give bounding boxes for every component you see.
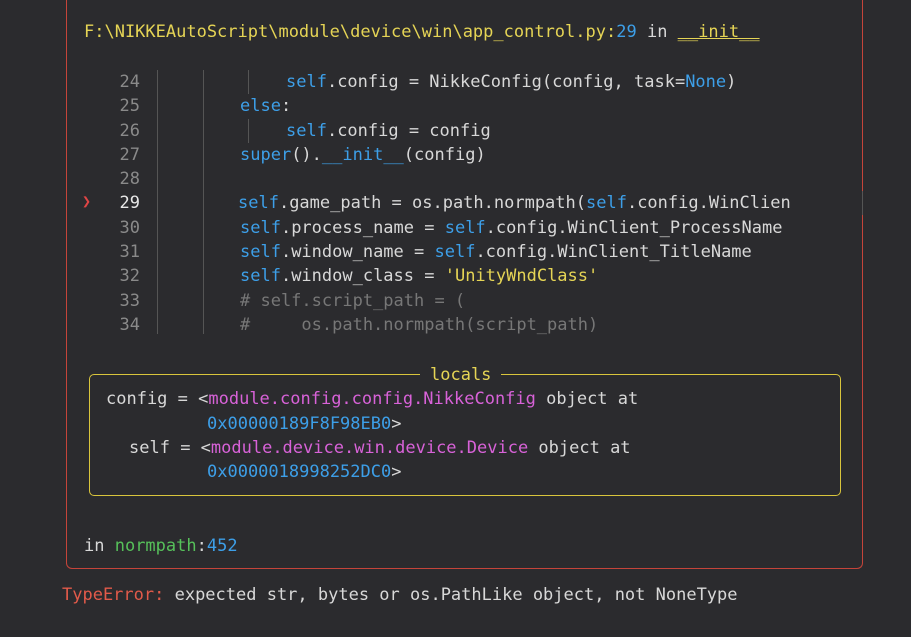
local-var-config: config = <module.config.config.NikkeConf… [106, 389, 639, 409]
line-number: 29 [616, 22, 637, 42]
line-number: 24 [119, 72, 140, 92]
line-number-current: 29 [119, 193, 140, 213]
error-type: TypeError: [62, 585, 165, 605]
error-message: TypeError: expected str, bytes or os.Pat… [62, 583, 738, 607]
guide-line [157, 70, 158, 334]
error-text: expected str, bytes or os.PathLike objec… [164, 585, 738, 605]
line-number: 452 [206, 536, 238, 556]
function-name: __init__ [677, 22, 760, 42]
locals-title: locals [420, 363, 502, 387]
code-line-comment: # os.path.normpath(script_path) [240, 315, 599, 335]
line-number: 30 [119, 218, 140, 238]
line-number: 32 [119, 266, 140, 286]
line-number: 28 [119, 169, 140, 189]
file-path[interactable]: F:\NIKKEAutoScript\module\device\win\app… [84, 22, 606, 42]
function-name: normpath [114, 536, 197, 556]
local-var-config-address: 0x00000189F8F98EB0> [207, 414, 402, 434]
local-var-self-address: 0x0000018998252DC0> [207, 462, 402, 482]
frame-header: F:\NIKKEAutoScript\module\device\win\app… [84, 22, 760, 42]
code-line: self.window_name = self.config.WinClient… [240, 242, 752, 262]
code-line: self.process_name = self.config.WinClien… [240, 218, 783, 238]
current-line-marker: ❯ [82, 192, 92, 210]
frame-footer: in normpath:452 [84, 536, 238, 556]
code-line: self.config = NikkeConfig(config, task=N… [286, 72, 737, 92]
code-line: super().__init__(config) [240, 145, 486, 165]
code-line: else: [240, 96, 292, 116]
guide-line [203, 70, 204, 334]
code-line-comment: # self.script_path = ( [240, 291, 466, 311]
line-number: 26 [119, 121, 140, 141]
guide-line [248, 119, 249, 143]
local-var-self: self = <module.device.win.device.Device … [129, 438, 631, 458]
line-number: 25 [119, 96, 140, 116]
guide-line [248, 70, 249, 94]
guide-line [862, 191, 863, 215]
line-number: 31 [119, 242, 140, 262]
code-line: self.window_class = 'UnityWndClass' [240, 266, 599, 286]
code-line: self.config = config [286, 121, 491, 141]
code-line-current: self.game_path = os.path.normpath(self.c… [238, 193, 791, 213]
line-number: 34 [119, 315, 140, 335]
line-number: 33 [119, 291, 140, 311]
line-number: 27 [119, 145, 140, 165]
